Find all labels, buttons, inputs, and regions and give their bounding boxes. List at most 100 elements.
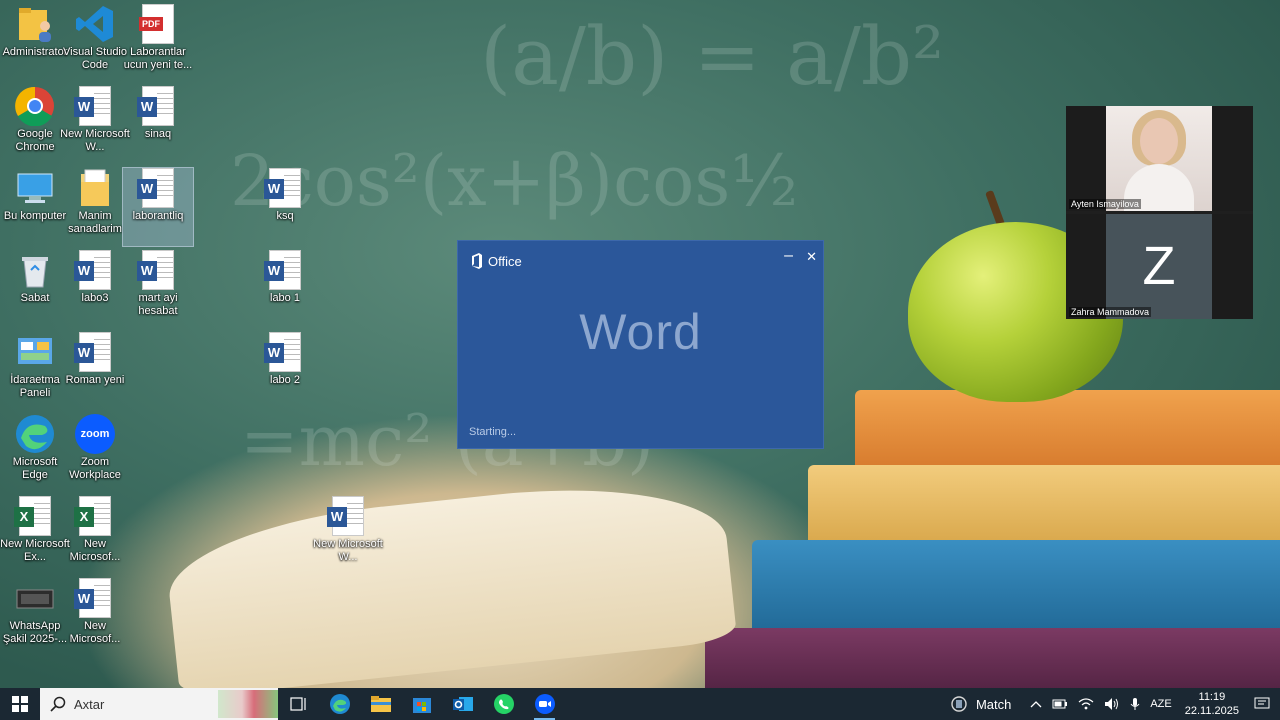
- network-button[interactable]: [1078, 697, 1094, 711]
- desktop-icon-label: Manim sanadlarim: [68, 210, 122, 235]
- taskbar-clock[interactable]: 11:19 22.11.2025: [1185, 690, 1239, 718]
- match-widget-icon: [951, 696, 967, 712]
- word-doc-icon: W: [264, 250, 305, 290]
- word-doc-icon: W: [137, 86, 178, 126]
- desktop-icon-word-new-2[interactable]: W New Microsof...: [60, 578, 130, 656]
- desktop-icon-excel-new-2[interactable]: X New Microsof...: [60, 496, 130, 574]
- participant-video: [1106, 106, 1212, 211]
- desktop-icon-labo1[interactable]: Wlabo 1: [250, 250, 320, 328]
- desktop-icon-word-new-center[interactable]: W New Microsoft W...: [313, 496, 383, 574]
- desktop-icon-labo2[interactable]: Wlabo 2: [250, 332, 320, 410]
- clock-date: 22.11.2025: [1184, 705, 1239, 717]
- participant-name: Ayten Ismayilova: [1069, 199, 1141, 209]
- outlook-icon: [452, 697, 473, 711]
- image-file-icon: [15, 578, 55, 618]
- control-panel-icon: [15, 332, 55, 372]
- desktop-icon-label: New Microsoft W...: [313, 538, 383, 563]
- zoom-participant-panel[interactable]: Ayten Ismayilova Z Zahra Mammadova: [1066, 106, 1253, 319]
- taskbar-store[interactable]: [401, 688, 442, 720]
- taskbar-search-box[interactable]: Axtar: [40, 688, 278, 720]
- microphone-icon: [1130, 698, 1140, 710]
- whatsapp-icon: [493, 694, 514, 714]
- splash-status: Starting...: [469, 426, 517, 438]
- file-explorer-icon: [370, 696, 391, 712]
- notification-icon: [1254, 697, 1270, 709]
- word-doc-icon: W: [74, 250, 115, 290]
- taskbar-outlook[interactable]: [442, 688, 483, 720]
- minimize-button[interactable]: –: [784, 247, 793, 265]
- desktop-icon-manim-senedlerim[interactable]: Manim sanadlarim: [60, 168, 130, 246]
- recycle-bin-icon: [15, 250, 55, 290]
- word-doc-icon: W: [327, 496, 368, 536]
- word-doc-icon: W: [264, 168, 305, 208]
- participant-avatar: Z: [1106, 214, 1212, 319]
- folder-user-icon: [15, 4, 55, 44]
- desktop-icon-label: ksq: [276, 210, 294, 222]
- taskbar-file-explorer[interactable]: [360, 688, 401, 720]
- participant-tile[interactable]: Z Zahra Mammadova: [1066, 214, 1253, 319]
- desktop-icon-zoom-workplace[interactable]: zoom Zoom Workplace: [60, 414, 130, 492]
- excel-doc-icon: X: [14, 496, 55, 536]
- language-indicator[interactable]: AZE: [1150, 698, 1171, 710]
- excel-doc-icon: X: [74, 496, 115, 536]
- microphone-button[interactable]: [1130, 697, 1140, 711]
- taskbar-whatsapp[interactable]: [483, 688, 524, 720]
- desktop-icon-label: labo3: [81, 292, 109, 304]
- desktop-icon-label: New Microsof...: [69, 538, 121, 563]
- taskbar-edge[interactable]: [319, 688, 360, 720]
- book-yellow: [808, 465, 1280, 550]
- close-button[interactable]: ✕: [806, 249, 817, 265]
- desktop-icon-label: labo 2: [270, 374, 300, 386]
- chalk-fraction: (a/b) = a/b²: [480, 10, 945, 103]
- zoom-icon: [534, 694, 555, 714]
- notifications-button[interactable]: [1254, 697, 1270, 711]
- task-view-button[interactable]: [278, 688, 319, 720]
- search-placeholder: Axtar: [74, 696, 105, 712]
- desktop-icon-ksq[interactable]: Wksq: [250, 168, 320, 246]
- open-book: [162, 471, 738, 688]
- desktop-icon-label: laborantliq: [132, 210, 184, 222]
- desktop-icon-labo3[interactable]: Wlabo3: [60, 250, 130, 328]
- search-icon: [50, 696, 66, 712]
- desktop-icon-sinaq[interactable]: Wsinaq: [123, 86, 193, 164]
- desktop-icon-word-new-1[interactable]: W New Microsoft W...: [60, 86, 130, 164]
- desktop-icon-label: labo 1: [270, 292, 300, 304]
- weather-label: Match: [975, 696, 1012, 712]
- battery-button[interactable]: [1052, 699, 1068, 709]
- chrome-icon: [15, 86, 55, 127]
- clock-time: 11:19: [1198, 691, 1226, 703]
- taskbar: Axtar Match AZE 11:19 22.11.2025: [0, 688, 1280, 720]
- book-blue: [752, 540, 1280, 640]
- desktop-icon-vscode[interactable]: Visual Studio Code: [60, 4, 130, 82]
- wifi-icon: [1078, 698, 1094, 710]
- taskbar-zoom[interactable]: [524, 688, 565, 720]
- pdf-icon: PDF: [138, 4, 178, 44]
- word-doc-icon: W: [137, 168, 178, 208]
- start-button[interactable]: [0, 688, 40, 720]
- desktop-icon-mart-ayi[interactable]: Wmart ayi hesabat: [123, 250, 193, 328]
- weather-widget[interactable]: Match: [950, 695, 1011, 713]
- desktop-icon-label: Roman yeni: [65, 374, 125, 386]
- office-brand: Office: [470, 253, 522, 269]
- desktop-icon-roman-yeni[interactable]: W Roman yeni: [60, 332, 130, 410]
- desktop-icon-pdf-laborantlar[interactable]: PDF Laborantlar ucun yeni te...: [123, 4, 193, 82]
- show-hidden-icons-button[interactable]: [1030, 700, 1042, 708]
- participant-tile[interactable]: Ayten Ismayilova: [1066, 106, 1253, 211]
- desktop-icon-laborantliq[interactable]: Wlaborantliq: [122, 167, 194, 247]
- word-doc-icon: W: [74, 332, 115, 372]
- word-doc-icon: W: [74, 578, 115, 618]
- desktop-icon-label: Visual Studio Code: [62, 46, 127, 71]
- office-logo-icon: [472, 253, 482, 269]
- desktop-icon-label: Laborantlar ucun yeni te...: [123, 46, 193, 71]
- desktop-icon-label: New Microsof...: [69, 620, 121, 645]
- chevron-up-icon: [1030, 701, 1042, 708]
- windows-logo-icon: [12, 696, 28, 712]
- office-splash-window: Office – ✕ Word Starting...: [457, 240, 824, 449]
- edge-icon: [329, 694, 350, 714]
- vscode-icon: [75, 4, 115, 44]
- desktop-icon-label: New Microsoft W...: [60, 128, 130, 153]
- battery-icon: [1052, 699, 1068, 709]
- volume-button[interactable]: [1104, 697, 1120, 711]
- desktop-icon-label: sinaq: [144, 128, 172, 140]
- search-highlight-image: [218, 690, 278, 718]
